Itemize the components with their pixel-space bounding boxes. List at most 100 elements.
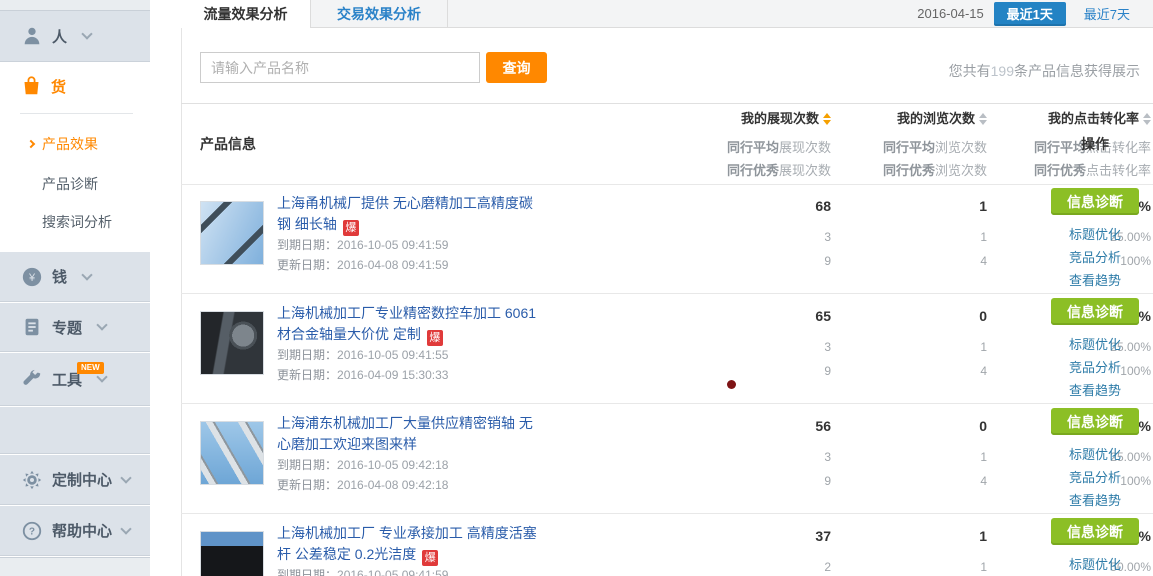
- last-7-days-link[interactable]: 最近7天: [1084, 4, 1130, 23]
- product-image[interactable]: [200, 421, 264, 485]
- column-header-impressions: 我的展现次数: [681, 108, 831, 127]
- sidebar-bottom-strip: [0, 557, 150, 576]
- competitor-analysis-link[interactable]: 竞品分析: [1050, 467, 1140, 486]
- subheader-impressions-best: 同行优秀展现次数: [681, 160, 831, 179]
- chevron-right-icon: [27, 140, 35, 148]
- person-icon: [21, 25, 43, 47]
- sidebar-divider: [20, 113, 133, 114]
- shopping-bag-icon: [21, 75, 42, 97]
- title-optimize-link[interactable]: 标题优化: [1050, 554, 1140, 573]
- views-best: 4: [837, 364, 987, 378]
- subheader-impressions-avg: 同行平均展现次数: [681, 137, 831, 156]
- new-badge: NEW: [77, 362, 104, 374]
- summary-suffix: 条产品信息获得展示: [1014, 63, 1140, 79]
- info-diagnosis-button[interactable]: 信息诊断: [1051, 188, 1139, 215]
- sidebar-item-label: 钱: [52, 266, 67, 287]
- sidebar-top-strip: [0, 0, 150, 11]
- sort-impressions[interactable]: 我的展现次数: [741, 111, 831, 126]
- info-diagnosis-button[interactable]: 信息诊断: [1051, 298, 1139, 325]
- views-my: 1: [837, 198, 987, 214]
- info-diagnosis-button[interactable]: 信息诊断: [1051, 518, 1139, 545]
- view-trend-link[interactable]: 查看趋势: [1050, 270, 1140, 289]
- tab-transaction-analysis[interactable]: 交易效果分析: [311, 0, 448, 27]
- views-best: 4: [837, 474, 987, 488]
- sidebar-item-label: 产品效果: [42, 134, 98, 154]
- sidebar-item-keyword-analysis[interactable]: 搜索词分析: [0, 211, 150, 233]
- table-row: 上海甬机械厂提供 无心磨精加工高精度碳钢 细长轴爆 到期日期：2016-10-0…: [181, 184, 1153, 294]
- gear-icon: [21, 469, 43, 491]
- sidebar-item-tools[interactable]: 工具 NEW: [0, 353, 150, 406]
- table-row: 上海浦东机械加工厂大量供应精密销轴 无心磨加工欢迎来图来样 到期日期：2016-…: [181, 404, 1153, 514]
- product-name-input[interactable]: [200, 52, 480, 83]
- impressions-avg: 3: [681, 450, 831, 464]
- competitor-analysis-link[interactable]: 竞品分析: [1050, 247, 1140, 266]
- title-optimize-link[interactable]: 标题优化: [1050, 444, 1140, 463]
- views-best: 4: [837, 254, 987, 268]
- document-icon: [21, 316, 43, 338]
- impressions-best: 9: [681, 254, 831, 268]
- sort-icon: [979, 113, 987, 125]
- product-title-link[interactable]: 上海浦东机械加工厂大量供应精密销轴 无心磨加工欢迎来图来样: [277, 413, 545, 455]
- sidebar-item-person[interactable]: 人: [0, 11, 150, 62]
- sidebar-item-product-diagnosis[interactable]: 产品诊断: [0, 173, 150, 195]
- product-image[interactable]: [200, 311, 264, 375]
- sidebar-item-label: 搜索词分析: [42, 212, 112, 232]
- view-trend-link[interactable]: 查看趋势: [1050, 490, 1140, 509]
- sidebar-item-topics[interactable]: 专题: [0, 303, 150, 352]
- impressions-my: 65: [681, 308, 831, 324]
- views-my: 0: [837, 308, 987, 324]
- sort-icon-active: [823, 113, 831, 125]
- views-avg: 1: [837, 450, 987, 464]
- chevron-down-icon: [81, 269, 92, 280]
- update-date: 更新日期：2016-04-08 09:41:59: [277, 256, 448, 273]
- title-optimize-link[interactable]: 标题优化: [1050, 224, 1140, 243]
- tab-traffic-analysis[interactable]: 流量效果分析: [181, 0, 310, 28]
- svg-text:?: ?: [29, 526, 35, 537]
- table-row: 上海机械加工厂专业精密数控车加工 6061材合金轴量大价优 定制爆 到期日期：2…: [181, 294, 1153, 404]
- product-title-link[interactable]: 上海机械加工厂 专业承接加工 高精度活塞杆 公差稳定 0.2光洁度爆: [277, 523, 545, 566]
- header-label: 我的浏览次数: [897, 111, 975, 126]
- chevron-down-icon: [120, 472, 131, 483]
- product-image[interactable]: [200, 201, 264, 265]
- sort-views[interactable]: 我的浏览次数: [897, 111, 987, 126]
- sidebar-item-label: 产品诊断: [42, 174, 98, 194]
- title-optimize-link[interactable]: 标题优化: [1050, 334, 1140, 353]
- sidebar-item-money[interactable]: ¥ 钱: [0, 252, 150, 302]
- subheader-views-best: 同行优秀浏览次数: [837, 160, 987, 179]
- view-trend-link[interactable]: 查看趋势: [1050, 380, 1140, 399]
- last-1-day-button[interactable]: 最近1天: [994, 2, 1066, 26]
- expire-date: 到期日期：2016-10-05 09:41:59: [277, 566, 448, 576]
- app-window: 人 货 产品效果 产品诊断 搜索词分析 ¥ 钱 专题 工具: [0, 0, 1153, 576]
- expire-date: 到期日期：2016-10-05 09:41:55: [277, 346, 448, 363]
- top-strip: 交易效果分析 2016-04-15 最近1天 最近7天: [310, 0, 1153, 28]
- svg-text:¥: ¥: [28, 272, 36, 284]
- impressions-my: 56: [681, 418, 831, 434]
- info-diagnosis-button[interactable]: 信息诊断: [1051, 408, 1139, 435]
- search-button[interactable]: 查询: [486, 52, 547, 83]
- impressions-best: 9: [681, 364, 831, 378]
- product-title-link[interactable]: 上海机械加工厂专业精密数控车加工 6061材合金轴量大价优 定制爆: [277, 303, 545, 346]
- sidebar-item-label: 人: [52, 26, 67, 47]
- update-date: 更新日期：2016-04-08 09:42:18: [277, 476, 448, 493]
- summary-count: 199: [991, 63, 1014, 79]
- sidebar-item-custom-center[interactable]: 定制中心: [0, 455, 150, 505]
- competitor-analysis-link[interactable]: 竞品分析: [1050, 357, 1140, 376]
- views-avg: 1: [837, 340, 987, 354]
- sidebar-item-label: 帮助中心: [52, 520, 112, 541]
- coin-icon: ¥: [21, 266, 43, 288]
- chevron-down-icon: [96, 319, 107, 330]
- product-image[interactable]: [200, 531, 264, 576]
- views-avg: 1: [837, 560, 987, 574]
- sidebar-item-label: 专题: [52, 317, 82, 338]
- column-header-ctr: 我的点击转化率: [991, 108, 1151, 127]
- expire-date: 到期日期：2016-10-05 09:41:59: [277, 236, 448, 253]
- sort-ctr[interactable]: 我的点击转化率: [1048, 111, 1151, 126]
- impressions-best: 9: [681, 474, 831, 488]
- sidebar-item-help-center[interactable]: ? 帮助中心: [0, 506, 150, 556]
- sidebar-item-product-effect[interactable]: 产品效果: [0, 133, 150, 155]
- sidebar-item-label: 货: [51, 76, 66, 97]
- sidebar-item-goods[interactable]: 货: [0, 70, 150, 102]
- views-avg: 1: [837, 230, 987, 244]
- impressions-my: 37: [681, 528, 831, 544]
- product-title-link[interactable]: 上海甬机械厂提供 无心磨精加工高精度碳钢 细长轴爆: [277, 193, 545, 236]
